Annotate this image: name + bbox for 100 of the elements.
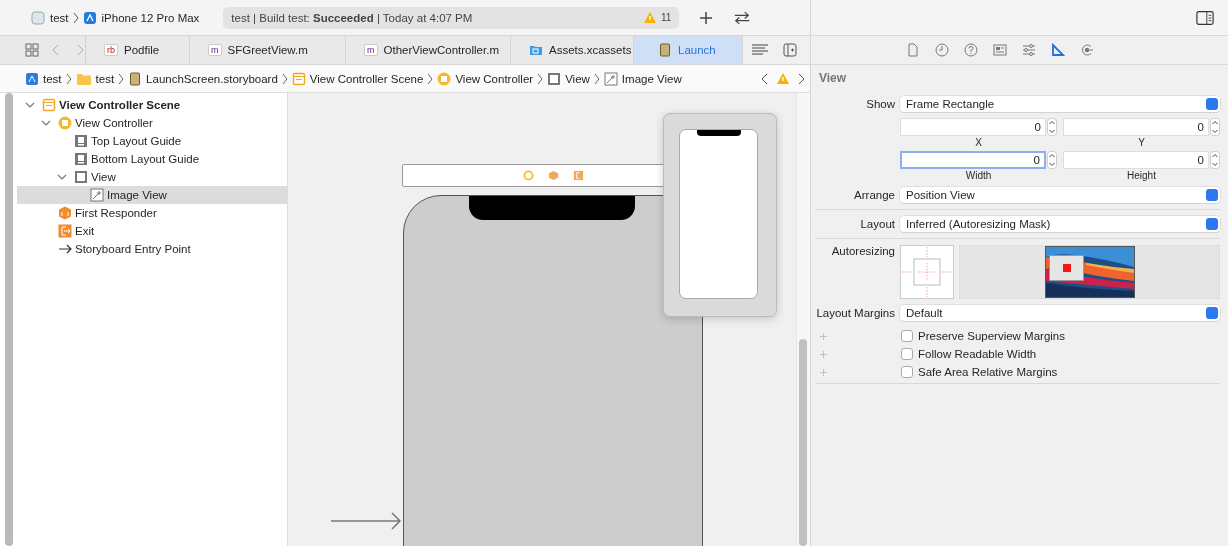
- outline-item[interactable]: Bottom Layout Guide: [17, 150, 287, 168]
- field-caption: Height: [1127, 170, 1156, 181]
- stepper-icon[interactable]: [1047, 118, 1057, 136]
- popup-button[interactable]: Inferred (Autoresizing Mask): [900, 216, 1220, 232]
- controller-icon: [58, 116, 72, 130]
- ruler-icon[interactable]: [1050, 43, 1065, 57]
- outline-item[interactable]: View Controller Scene: [17, 96, 287, 114]
- checkbox-label: Preserve Superview Margins: [918, 330, 1065, 342]
- warning-count: 11: [660, 12, 672, 23]
- app-store-icon: [82, 10, 97, 25]
- scrollbar[interactable]: [799, 339, 807, 546]
- field-caption: X: [975, 137, 982, 148]
- breadcrumb[interactable]: LaunchScreen.storyboard: [146, 72, 278, 85]
- number-field[interactable]: 0: [1063, 151, 1209, 169]
- add-editor-icon[interactable]: [783, 43, 797, 57]
- sliders-icon[interactable]: [1021, 43, 1036, 57]
- disclosure-icon[interactable]: [57, 172, 67, 182]
- breadcrumb[interactable]: View Controller: [455, 72, 534, 85]
- number-field[interactable]: 0: [1063, 118, 1209, 136]
- cube-icon: [58, 206, 72, 220]
- disclosure-icon[interactable]: [25, 100, 35, 110]
- file-tab[interactable]: m SFGreetView.m: [190, 36, 346, 64]
- help-icon[interactable]: [963, 43, 978, 57]
- outline-item[interactable]: Exit: [17, 222, 287, 240]
- autoresizing-mask-control[interactable]: [900, 245, 954, 299]
- scheme-name[interactable]: test: [50, 11, 69, 24]
- scrollbar[interactable]: [5, 93, 13, 546]
- field-caption: Y: [1138, 137, 1145, 148]
- popup-button[interactable]: Frame Rectangle: [900, 96, 1220, 112]
- file-type-icon: rb: [104, 44, 118, 56]
- file-inspector-tab[interactable]: [905, 43, 920, 57]
- folder-icon: [529, 43, 543, 57]
- chevron-icon: [427, 72, 434, 85]
- outline-item[interactable]: View: [17, 168, 287, 186]
- controller-icon: [437, 71, 452, 86]
- chevron-icon: [72, 11, 79, 24]
- number-field[interactable]: 0: [900, 118, 1046, 136]
- outline-item[interactable]: View Controller: [17, 114, 287, 132]
- image-view-icon: [603, 71, 618, 86]
- breadcrumb[interactable]: Image View: [621, 72, 682, 85]
- breadcrumb[interactable]: View: [565, 72, 590, 85]
- popup-button[interactable]: Default: [900, 305, 1220, 321]
- plus-icon[interactable]: [820, 368, 827, 376]
- layout-guide-icon: [74, 134, 88, 148]
- number-field[interactable]: 0: [900, 151, 1046, 169]
- outline-item[interactable]: Storyboard Entry Point: [17, 240, 287, 258]
- outline-item[interactable]: First Responder: [17, 204, 287, 222]
- field-label: Layout: [859, 218, 895, 230]
- section-title: View: [818, 71, 848, 85]
- id-card-icon[interactable]: [992, 43, 1007, 57]
- stepper-icon[interactable]: [1047, 151, 1057, 169]
- checkbox-label: Safe Area Relative Margins: [918, 366, 1058, 378]
- file-tab[interactable]: Launch: [634, 36, 743, 64]
- exit-icon: [58, 224, 72, 238]
- image-view-icon: [90, 188, 104, 202]
- plus-icon[interactable]: [820, 350, 827, 358]
- scene-icon: [42, 98, 56, 112]
- file-type-icon: m: [364, 44, 378, 56]
- layout-guide-icon: [74, 152, 88, 166]
- file-tab[interactable]: m OtherViewController.m: [346, 36, 511, 64]
- stepper-icon[interactable]: [1210, 151, 1220, 169]
- connections-icon[interactable]: [1079, 43, 1094, 57]
- entry-arrow: [331, 511, 403, 531]
- app-icon: [31, 10, 45, 25]
- outline-item[interactable]: Image View: [17, 186, 287, 204]
- stepper-icon[interactable]: [1210, 118, 1220, 136]
- checkbox-label: Follow Readable Width: [918, 348, 1037, 360]
- file-type-icon: m: [208, 44, 222, 56]
- chevron-icon: [593, 72, 600, 85]
- field-label: Autoresizing: [830, 245, 895, 257]
- lines-icon[interactable]: [751, 42, 769, 58]
- disclosure-icon[interactable]: [41, 118, 51, 128]
- chevron-icon: [537, 72, 544, 85]
- view-icon: [547, 71, 562, 86]
- warning-icon[interactable]: [642, 10, 657, 25]
- outline-item[interactable]: Top Layout Guide: [17, 132, 287, 150]
- storyboard-file-icon: [128, 71, 143, 86]
- chevron-icon: [118, 72, 125, 85]
- file-tab[interactable]: rb Podfile: [86, 36, 190, 64]
- swap-arrows-icon[interactable]: [733, 9, 752, 26]
- cube-icon[interactable]: [547, 170, 559, 181]
- exit-icon[interactable]: [572, 170, 584, 181]
- project-icon: [25, 71, 39, 86]
- clock-icon[interactable]: [934, 43, 949, 57]
- breadcrumb[interactable]: test: [43, 72, 62, 85]
- breadcrumb[interactable]: test: [95, 72, 115, 85]
- sidebar-toggle-icon[interactable]: [1196, 9, 1214, 26]
- storyboard-file-icon: [658, 43, 672, 57]
- checkbox[interactable]: [901, 348, 913, 360]
- device-name[interactable]: iPhone 12 Pro Max: [101, 11, 200, 24]
- controller-icon[interactable]: [522, 170, 534, 181]
- grid-icon[interactable]: [25, 43, 39, 57]
- checkbox[interactable]: [901, 330, 913, 342]
- popup-button[interactable]: Position View: [900, 187, 1220, 203]
- breadcrumb[interactable]: View Controller Scene: [309, 72, 424, 85]
- plus-icon[interactable]: [820, 332, 827, 340]
- field-label: Layout Margins: [815, 307, 895, 319]
- scene-icon: [291, 71, 306, 86]
- checkbox[interactable]: [901, 366, 913, 378]
- arrow-icon: [58, 242, 72, 256]
